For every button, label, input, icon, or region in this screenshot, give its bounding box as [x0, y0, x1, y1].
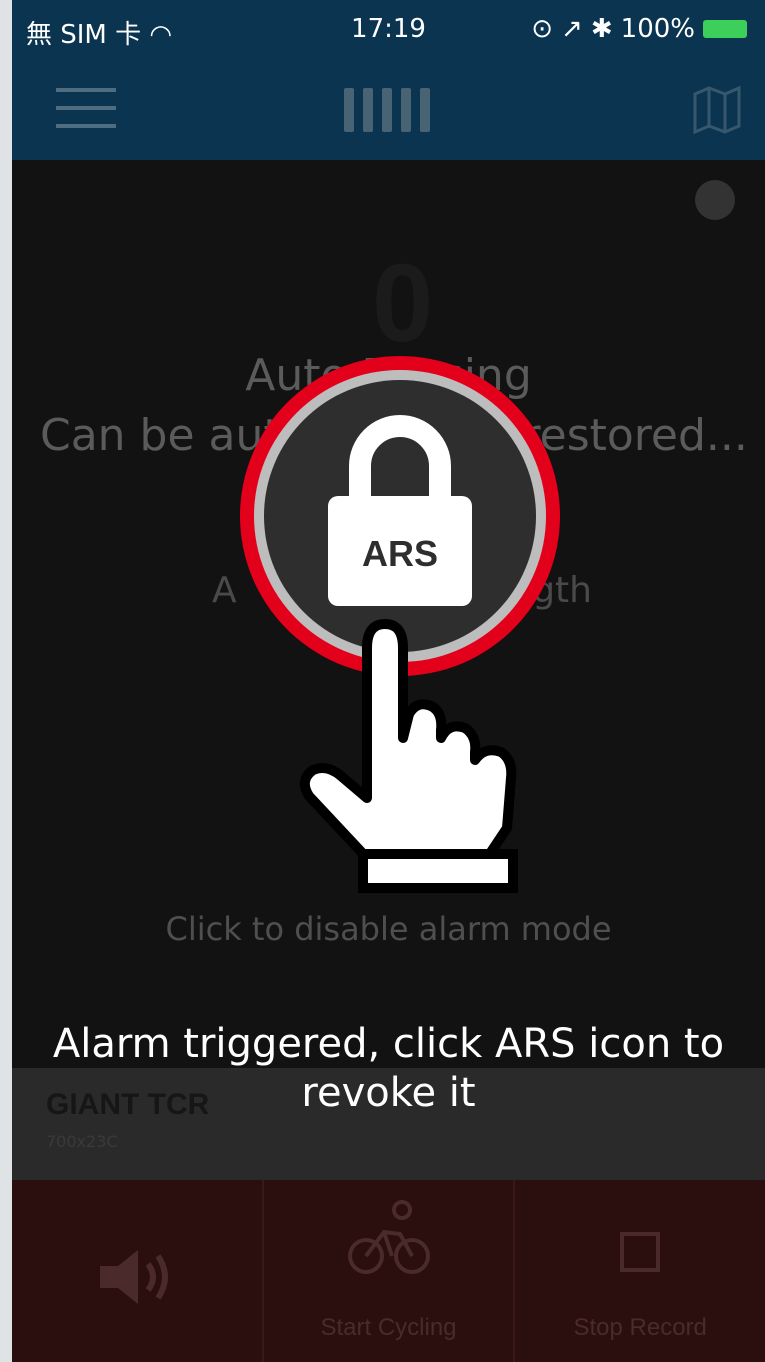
bluetooth-icon: ✱ [590, 14, 613, 44]
bike-tire-size: 700x23C [46, 1132, 118, 1151]
cyclist-icon [347, 1200, 430, 1274]
nav-bar [12, 62, 765, 160]
app-screen: 無 SIM 卡 ◠ 17:19 ⊙ ↗ ✱ 100% 0 Auto Pausin… [12, 0, 765, 1362]
signal-bars-icon [344, 88, 430, 132]
help-icon[interactable] [695, 180, 735, 220]
start-cycling-button[interactable]: Start Cycling [261, 1180, 514, 1362]
battery-icon [703, 20, 747, 38]
battery-percent: 100% [620, 14, 695, 44]
location-icon: ↗ [561, 14, 583, 44]
sound-button[interactable] [12, 1180, 262, 1362]
speaker-icon [99, 1250, 168, 1304]
stop-record-label: Stop Record [573, 1314, 707, 1341]
pointing-hand-icon [299, 619, 518, 893]
disable-alarm-hint: Click to disable alarm mode [165, 910, 612, 948]
map-icon[interactable] [691, 84, 743, 140]
ars-label: ARS [362, 533, 438, 574]
rotation-lock-icon: ⊙ [531, 14, 554, 44]
stop-icon [620, 1232, 661, 1272]
tutorial-overlay-line2: revoke it [301, 1070, 476, 1116]
stop-record-button[interactable]: Stop Record [513, 1180, 765, 1362]
menu-icon[interactable] [56, 88, 116, 132]
bottom-toolbar: Start Cycling Stop Record [12, 1180, 765, 1362]
status-bar: 無 SIM 卡 ◠ 17:19 ⊙ ↗ ✱ 100% [12, 0, 765, 62]
start-cycling-label: Start Cycling [320, 1314, 457, 1341]
